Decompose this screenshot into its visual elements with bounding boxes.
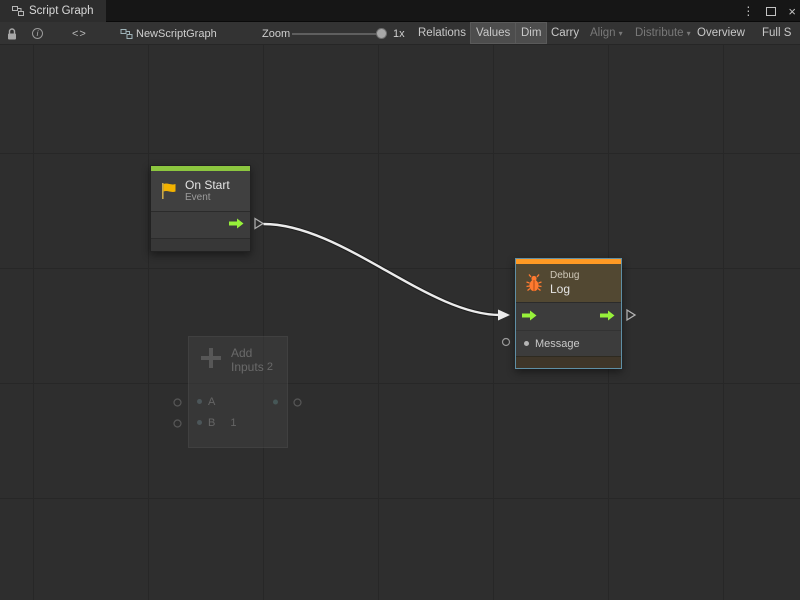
node-title: On Start bbox=[185, 178, 230, 192]
connection-wire[interactable] bbox=[264, 224, 501, 315]
input-a-label: A bbox=[208, 396, 215, 408]
titlebar-controls: ⋮ × bbox=[742, 0, 796, 22]
message-port-label: Message bbox=[535, 338, 580, 350]
overview-button[interactable]: Overview bbox=[691, 22, 751, 44]
node-debug-log[interactable]: Debug Log Message bbox=[515, 258, 622, 369]
connection-layer bbox=[0, 45, 800, 600]
graph-name[interactable]: NewScriptGraph bbox=[136, 22, 217, 45]
distribute-dropdown[interactable]: Distribute▾ bbox=[629, 22, 697, 44]
info-icon[interactable]: i bbox=[32, 22, 43, 45]
output-dot[interactable] bbox=[273, 399, 278, 404]
debuglog-message-port[interactable] bbox=[503, 339, 510, 346]
trigger-in-arrow-icon[interactable] bbox=[522, 308, 537, 326]
fullscreen-button[interactable]: Full S bbox=[756, 22, 797, 44]
close-icon[interactable]: × bbox=[788, 4, 796, 19]
node-on-start[interactable]: On Start Event bbox=[150, 165, 251, 252]
align-dropdown[interactable]: Align▾ bbox=[584, 22, 629, 44]
values-button[interactable]: Values bbox=[470, 22, 516, 44]
dim-button[interactable]: Dim bbox=[515, 22, 547, 44]
carry-button[interactable]: Carry bbox=[545, 22, 585, 44]
node-add-inputs-ghost[interactable]: Add Inputs 2 A B 1 bbox=[188, 336, 288, 448]
ghost-header: Add Inputs 2 bbox=[189, 337, 287, 385]
trigger-out-arrow-icon[interactable] bbox=[600, 308, 615, 326]
toolbar: i <> NewScriptGraph Zoom 1x Relations Va… bbox=[0, 22, 800, 45]
node-category: Debug bbox=[550, 270, 579, 282]
onstart-footer bbox=[151, 238, 250, 251]
titlebar: Script Graph ⋮ × bbox=[0, 0, 800, 22]
graph-asset-icon bbox=[120, 22, 133, 45]
plus-icon bbox=[199, 346, 223, 370]
ghost-title-line1: Add bbox=[231, 346, 264, 360]
chevron-down-icon: ▾ bbox=[687, 29, 691, 38]
tab-script-graph[interactable]: Script Graph bbox=[0, 0, 106, 22]
ghost-rows: A B 1 bbox=[189, 391, 287, 433]
zoom-label: Zoom bbox=[262, 22, 290, 45]
debuglog-port-row bbox=[516, 302, 621, 330]
chevron-down-icon: ▾ bbox=[619, 29, 623, 38]
node-title: Log bbox=[550, 282, 579, 296]
tab-label: Script Graph bbox=[29, 5, 94, 17]
debuglog-trigger-out-port[interactable] bbox=[627, 310, 635, 320]
zoom-slider-track[interactable] bbox=[292, 33, 380, 35]
ghost-input-a-port[interactable] bbox=[174, 399, 181, 406]
graph-canvas[interactable]: On Start Event bbox=[0, 45, 800, 600]
ghost-input-count[interactable]: 2 bbox=[267, 361, 273, 373]
flag-icon bbox=[159, 181, 179, 201]
input-a-dot[interactable] bbox=[197, 399, 202, 404]
lock-icon[interactable] bbox=[6, 22, 18, 45]
ghost-output-port[interactable] bbox=[294, 399, 301, 406]
input-b-dot[interactable] bbox=[197, 420, 202, 425]
onstart-trigger-out-port[interactable] bbox=[255, 219, 263, 229]
debuglog-message-row: Message bbox=[516, 330, 621, 356]
ghost-row-b: B 1 bbox=[189, 412, 287, 433]
maximize-icon[interactable] bbox=[766, 7, 776, 16]
trigger-out-arrow-icon[interactable] bbox=[229, 216, 244, 234]
ghost-input-b-port[interactable] bbox=[174, 420, 181, 427]
message-port-dot[interactable] bbox=[524, 341, 529, 346]
onstart-port-row bbox=[151, 211, 250, 238]
node-subtitle: Event bbox=[185, 192, 230, 204]
debuglog-header: Debug Log bbox=[516, 264, 621, 302]
ghost-row-a: A bbox=[189, 391, 287, 412]
code-icon[interactable]: <> bbox=[72, 22, 87, 45]
bug-icon bbox=[524, 273, 544, 293]
input-b-label: B bbox=[208, 417, 215, 429]
zoom-slider-knob[interactable] bbox=[376, 28, 387, 39]
input-b-value[interactable]: 1 bbox=[230, 417, 236, 429]
onstart-header: On Start Event bbox=[151, 171, 250, 211]
more-menu-icon[interactable]: ⋮ bbox=[742, 4, 754, 18]
debuglog-footer bbox=[516, 356, 621, 368]
connection-arrowhead bbox=[498, 310, 510, 321]
zoom-value: 1x bbox=[393, 22, 405, 45]
ghost-title-line2: Inputs bbox=[231, 360, 264, 374]
relations-button[interactable]: Relations bbox=[412, 22, 472, 44]
script-graph-icon bbox=[12, 5, 24, 17]
